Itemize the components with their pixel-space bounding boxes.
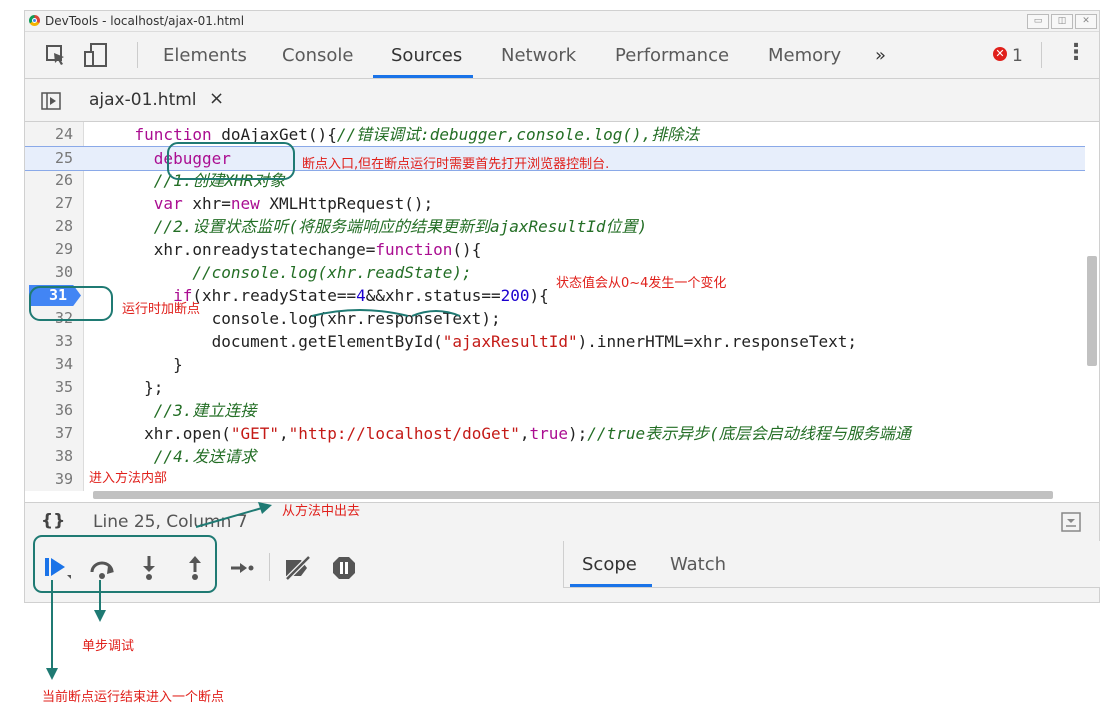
- ready-state-underline: [311, 309, 409, 317]
- annotation-overlay: [29, 142, 461, 680]
- resume-arrow-head: [46, 668, 58, 680]
- annotation-resume: 当前断点运行结束进入一个断点: [42, 690, 225, 705]
- step-out-arrow-head: [258, 502, 272, 514]
- annotation-runtime-breakpoint: 运行时加断点: [122, 302, 201, 317]
- debug-buttons-callout-box: [33, 535, 217, 593]
- step-out-arrow-line: [195, 507, 263, 528]
- annotation-breakpoint-entry: 断点入口,但在断点运行时需要首先打开浏览器控制台.: [302, 157, 610, 172]
- annotation-step-into: 进入方法内部: [89, 471, 168, 486]
- debugger-callout-box: [167, 142, 295, 180]
- annotation-step-out: 从方法中出去: [282, 504, 361, 519]
- equals-four-underline: [411, 310, 461, 317]
- breakpoint-callout-box: [29, 286, 113, 321]
- annotation-step-over: 单步调试: [82, 639, 135, 654]
- annotation-state-change: 状态值会从0~4发生一个变化: [556, 276, 727, 291]
- step-over-arrow-head: [94, 610, 106, 622]
